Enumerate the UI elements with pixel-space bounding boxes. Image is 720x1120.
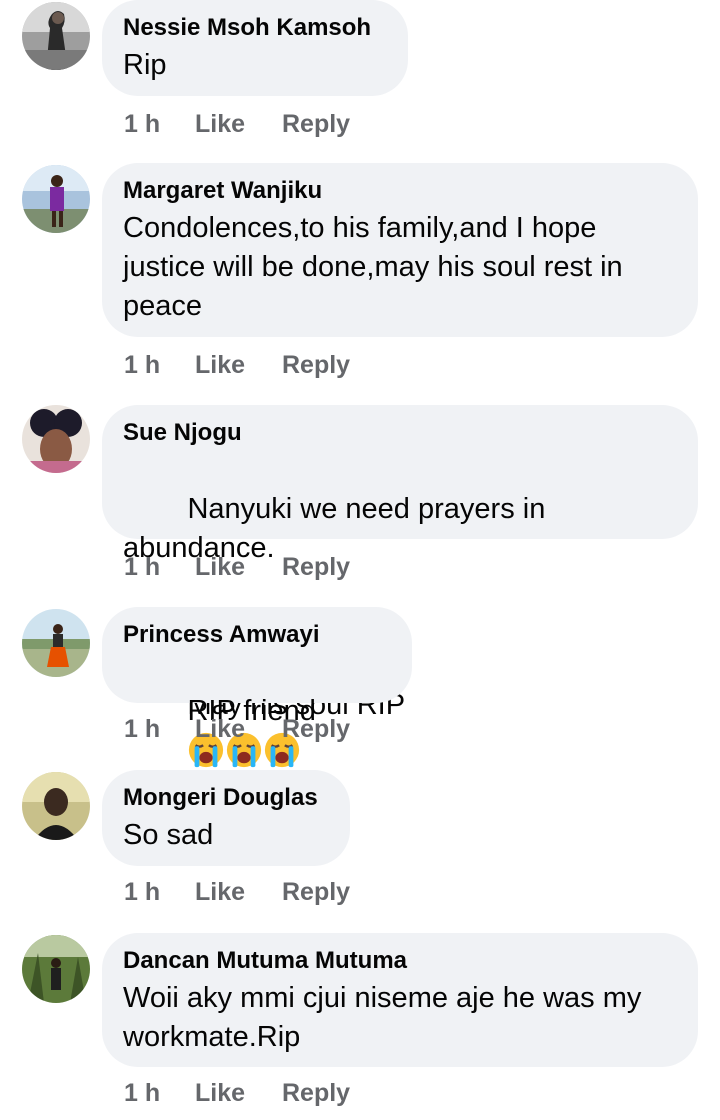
profile-photo-icon [22,2,90,70]
avatar[interactable] [22,935,90,1003]
comment-actions: 1 h Like Reply [124,110,350,139]
avatar[interactable] [22,609,90,677]
avatar[interactable] [22,165,90,233]
profile-photo-icon [22,609,90,677]
comment-timestamp[interactable]: 1 h [124,715,195,744]
reply-button[interactable]: Reply [282,351,350,380]
comment-actions: 1 h Like Reply [124,553,350,582]
comment-timestamp[interactable]: 1 h [124,1079,195,1108]
comment-author[interactable]: Dancan Mutuma Mutuma [123,946,676,976]
reply-button[interactable]: Reply [282,1079,350,1108]
comment-author[interactable]: Mongeri Douglas [123,783,328,813]
reply-button[interactable]: Reply [282,715,350,744]
comment-bubble: Nessie Msoh Kamsoh Rip [102,0,408,96]
comment-actions: 1 h Like Reply [124,878,350,907]
comment-text: So sad [123,819,214,851]
reply-button[interactable]: Reply [282,553,350,582]
comment-bubble: Margaret Wanjiku Condolences,to his fami… [102,163,698,337]
comment-author[interactable]: Sue Njogu [123,418,676,448]
comment-timestamp[interactable]: 1 h [124,553,195,582]
reply-button[interactable]: Reply [282,878,350,907]
comment-timestamp[interactable]: 1 h [124,110,195,139]
comment-bubble: Mongeri Douglas So sad [102,770,350,866]
comment-actions: 1 h Like Reply [124,351,350,380]
comment-author[interactable]: Princess Amwayi [123,620,390,650]
like-button[interactable]: Like [195,1079,282,1108]
reply-button[interactable]: Reply [282,110,350,139]
comment-timestamp[interactable]: 1 h [124,351,195,380]
profile-photo-icon [22,935,90,1003]
like-button[interactable]: Like [195,351,282,380]
like-button[interactable]: Like [195,878,282,907]
profile-photo-icon [22,165,90,233]
comment-actions: 1 h Like Reply [124,1079,350,1108]
avatar[interactable] [22,405,90,473]
comments-feed: Nessie Msoh Kamsoh Rip 1 h Like Reply Marg… [0,0,720,1120]
comment-bubble: Dancan Mutuma Mutuma Woii aky mmi cjui n… [102,933,698,1067]
comment-author[interactable]: Nessie Msoh Kamsoh [123,13,386,43]
like-button[interactable]: Like [195,553,282,582]
comment-text: Condolences,to his family,and I hope jus… [123,212,631,322]
comment-timestamp[interactable]: 1 h [124,878,195,907]
profile-photo-icon [22,772,90,840]
comment-bubble: Sue Njogu Nanyuki we need prayers in abu… [102,405,698,721]
profile-photo-icon [22,405,90,473]
comment-author[interactable]: Margaret Wanjiku [123,176,676,206]
comment-bubble: Princess Amwayi RIP friend [102,607,412,768]
comment-actions: 1 h Like Reply [124,715,350,744]
like-button[interactable]: Like [195,715,282,744]
avatar[interactable] [22,772,90,840]
like-button[interactable]: Like [195,110,282,139]
comment-text: Rip [123,49,167,81]
avatar[interactable] [22,2,90,70]
comment-text: Woii aky mmi cjui niseme aje he was my w… [123,982,650,1053]
